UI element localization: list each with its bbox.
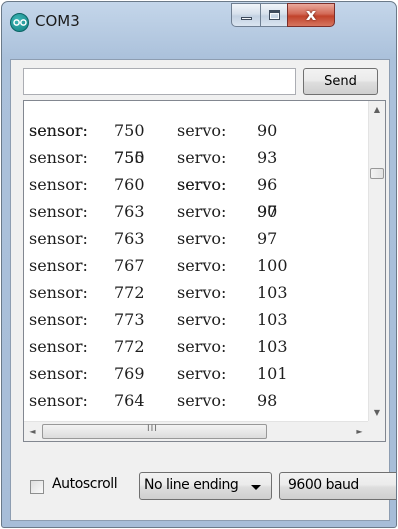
servo-label: servo: [177,148,227,167]
maximize-button[interactable] [260,3,288,27]
servo-label: servo: [177,337,227,356]
servo-value: 103 [257,283,288,302]
client-area: Send sensor: 750 servo: 90 sensor: 750 ser… [10,59,396,521]
sensor-label: sensor: [29,175,88,194]
output-line: sensor: 750 servo: 90 [29,117,277,144]
servo-label: servo: [177,310,227,329]
sensor-label: sensor: [29,310,88,329]
servo-value: 98 [257,391,278,410]
sensor-value: 772 [114,283,145,302]
output-line: sensor: 769 servo: 101 [29,360,288,387]
sensor-label: sensor: [29,148,88,167]
sensor-label: sensor: [29,364,88,383]
output-line: sensor: 755 servo: 93 [29,144,277,171]
servo-value: 97 [257,229,278,248]
servo-value: 103 [257,337,288,356]
servo-label: servo: [177,364,227,383]
window-title: COM3 [35,12,80,30]
baud-rate-value: 9600 baud [288,477,359,493]
servo-label: servo: [177,229,227,248]
output-line: sensor: 773 servo: 103 [29,306,288,333]
output-line: sensor: 763 servo: 97 [29,198,277,225]
sensor-value: 769 [114,364,145,383]
servo-value: 96 [257,175,278,194]
servo-label: servo: [177,283,227,302]
scroll-grip-icon: III [147,424,158,434]
send-input[interactable] [23,68,296,95]
arduino-icon [10,13,29,32]
output-line: sensor: 764 servo: 98 [29,387,277,414]
servo-value: 100 [257,256,288,275]
send-button[interactable]: Send [303,68,378,95]
sensor-label: sensor: [29,256,88,275]
sensor-value: 755 [114,148,145,167]
sensor-value: 773 [114,310,145,329]
servo-label: servo: [177,121,227,140]
servo-label: servo: [177,256,227,275]
scroll-right-icon[interactable]: ► [351,422,368,441]
serial-output[interactable]: sensor: 750 servo: 90 sensor: 750 servo: 90… [23,100,386,442]
output-line: sensor: 772 servo: 103 [29,279,288,306]
sensor-label: sensor: [29,229,88,248]
servo-value: 103 [257,310,288,329]
title-bar[interactable]: COM3 x [2,2,396,58]
servo-value: 90 [257,121,278,140]
horizontal-scroll-thumb[interactable]: III [42,424,267,439]
scroll-down-icon[interactable]: ▼ [369,404,385,421]
sensor-label: sensor: [29,121,88,140]
sensor-label: sensor: [29,283,88,302]
sensor-value: 772 [114,337,145,356]
scroll-left-icon[interactable]: ◄ [24,422,41,441]
servo-value: 97 [257,202,278,221]
sensor-label: sensor: [29,337,88,356]
servo-label: servo: [177,202,227,221]
sensor-value: 760 [114,175,145,194]
minimize-icon [241,17,252,20]
output-line: sensor: 767 servo: 100 [29,252,288,279]
baud-rate-select[interactable]: 9600 baud [279,472,396,500]
sensor-value: 764 [114,391,145,410]
close-button[interactable]: x [287,3,335,27]
chevron-down-icon [251,485,261,490]
sensor-value: 750 [114,121,145,140]
servo-label: servo: [177,391,227,410]
output-line: sensor: 772 servo: 103 [29,333,288,360]
scroll-up-icon[interactable]: ▲ [369,101,385,118]
output-lines: sensor: 750 servo: 90 sensor: 750 servo: 90… [29,101,288,441]
minimize-button[interactable] [231,3,261,27]
sensor-value: 767 [114,256,145,275]
sensor-value: 763 [114,229,145,248]
autoscroll-label[interactable]: Autoscroll [52,476,118,492]
output-line-partial: sensor: 750 servo: 90 [29,101,277,221]
maximize-icon [269,10,280,20]
line-ending-select[interactable]: No line ending [139,472,272,500]
line-ending-value: No line ending [144,477,239,493]
serial-monitor-window: COM3 x Send sensor: 750 servo: 90 sensor… [1,1,397,528]
output-line: sensor: 763 servo: 97 [29,225,277,252]
close-icon: x [305,5,317,24]
servo-value: 93 [257,148,278,167]
sensor-value: 763 [114,202,145,221]
servo-value: 101 [257,364,288,383]
horizontal-scrollbar[interactable]: ◄ III ► [24,421,368,441]
autoscroll-checkbox[interactable] [30,480,44,494]
servo-label: servo: [177,175,227,194]
vertical-scrollbar[interactable]: ▲ ▼ [368,101,385,421]
vertical-scroll-thumb[interactable] [370,168,384,179]
sensor-label: sensor: [29,202,88,221]
sensor-label: sensor: [29,391,88,410]
scrollbar-corner [368,421,385,441]
output-line: sensor: 760 servo: 96 [29,171,277,198]
